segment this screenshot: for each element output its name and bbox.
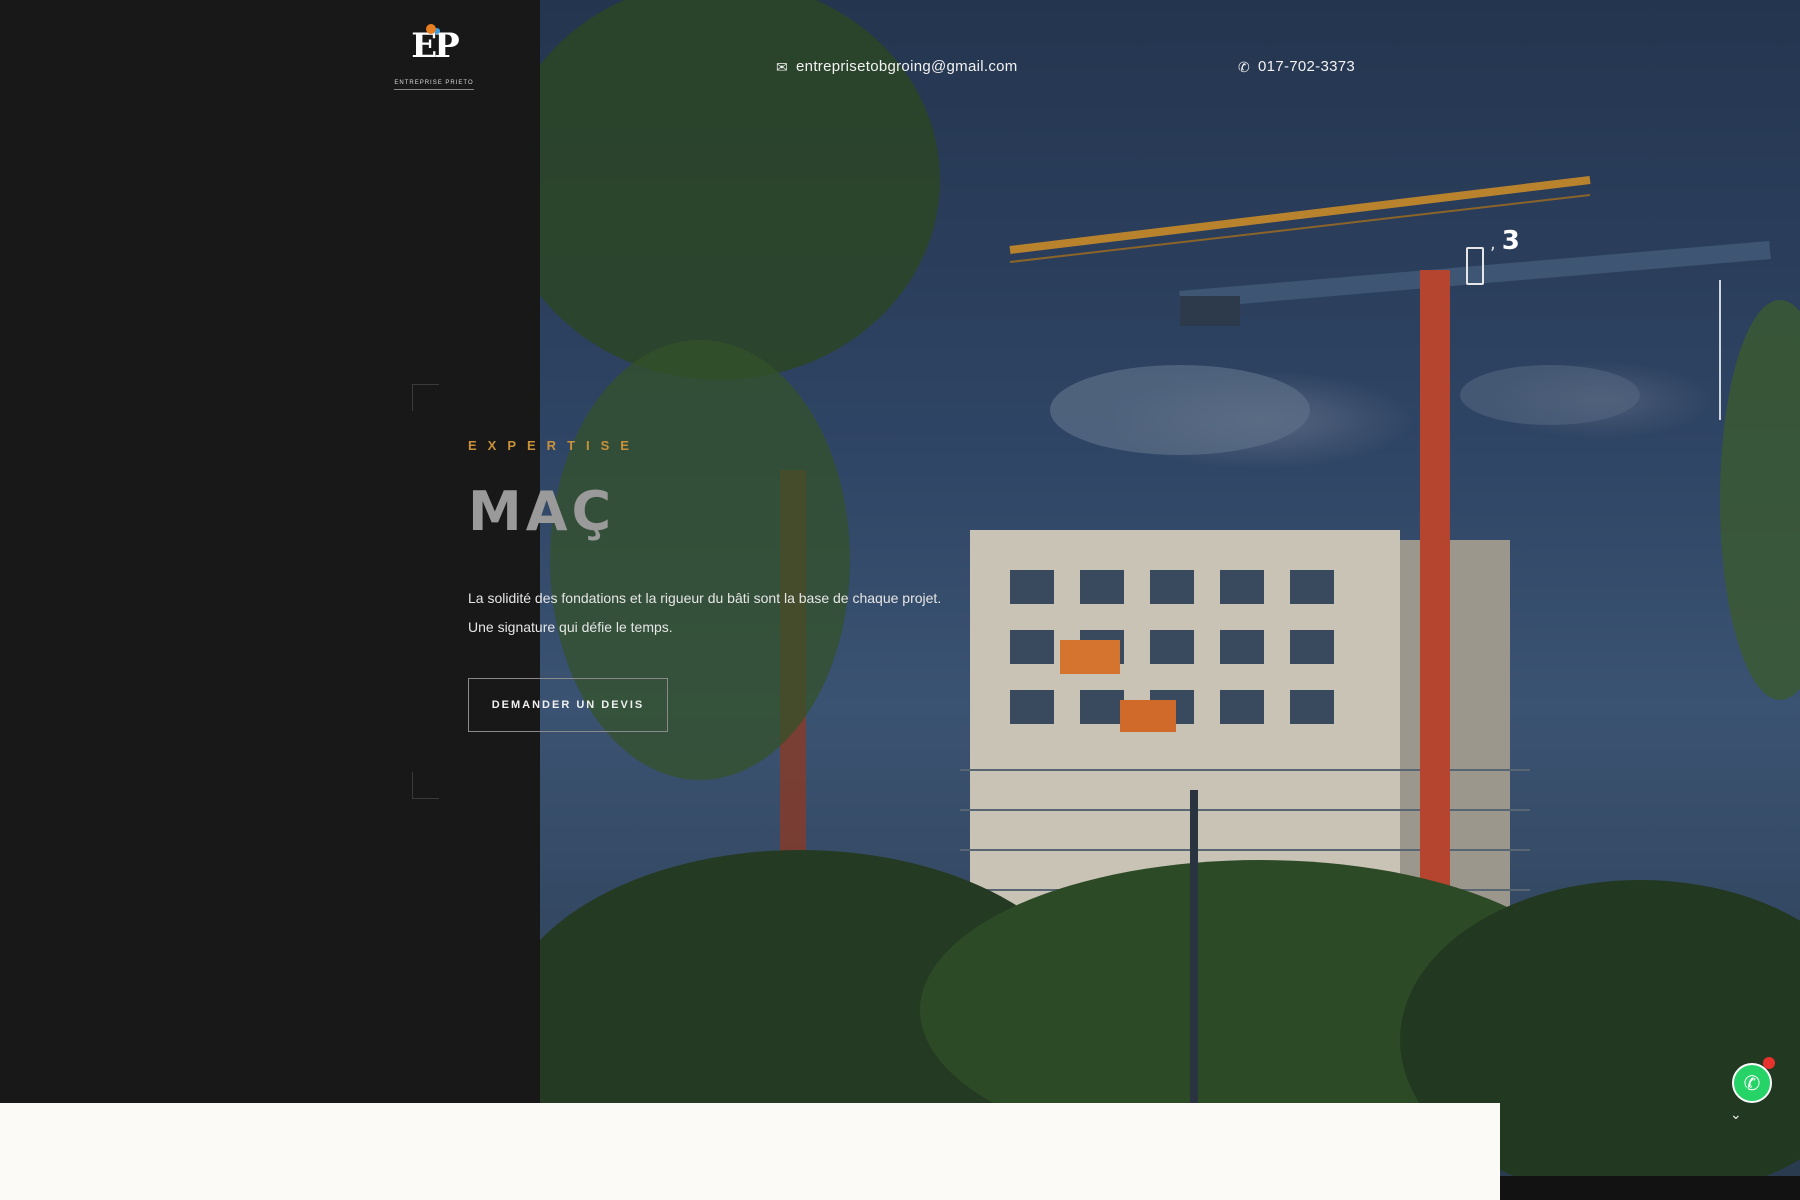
phone-icon: ✆ <box>1238 58 1251 75</box>
whatsapp-icon: ✆ <box>1743 1072 1761 1095</box>
contact-email-link[interactable]: ✉ entreprisetobgroing@gmail.com <box>776 58 1018 75</box>
slide-current: 1 <box>1466 247 1484 285</box>
logo-tagline: ENTREPRISE PRIETO <box>394 80 474 86</box>
hero-title: MAÇ <box>468 480 616 543</box>
hero-eyebrow: EXPERTISE <box>468 438 640 453</box>
next-section <box>0 1103 1500 1200</box>
slide-counter: 1 , 3 <box>1466 226 1520 285</box>
notification-badge <box>1763 1057 1775 1069</box>
contact-phone-link[interactable]: ✆ 017-702-3373 <box>1238 58 1355 75</box>
contact-phone-text: 017-702-3373 <box>1258 58 1356 75</box>
frame-corner-bottom <box>412 772 439 799</box>
slide-total: 3 <box>1501 226 1520 256</box>
chevron-down-icon[interactable]: ⌄ <box>1730 1106 1742 1123</box>
hero-description-line-2: Une signature qui défie le temps. <box>468 619 673 635</box>
page: EP ENTREPRISE PRIETO ✉ entreprisetobgroi… <box>0 0 1800 1200</box>
logo[interactable]: EP ENTREPRISE PRIETO <box>388 24 480 98</box>
hero-side-panel <box>0 0 540 1103</box>
contact-email-text: entreprisetobgroing@gmail.com <box>796 58 1018 75</box>
frame-corner-top <box>412 384 439 411</box>
logo-underline <box>394 89 474 90</box>
hero-description: La solidité des fondations et la rigueur… <box>468 584 1028 642</box>
logo-accent-icon <box>426 24 436 34</box>
slide-separator: , <box>1490 233 1496 254</box>
whatsapp-button[interactable]: ✆ <box>1732 1063 1772 1103</box>
hero-description-line-1: La solidité des fondations et la rigueur… <box>468 590 942 606</box>
request-quote-button[interactable]: DEMANDER UN DEVIS <box>468 678 668 732</box>
envelope-icon: ✉ <box>776 58 789 75</box>
